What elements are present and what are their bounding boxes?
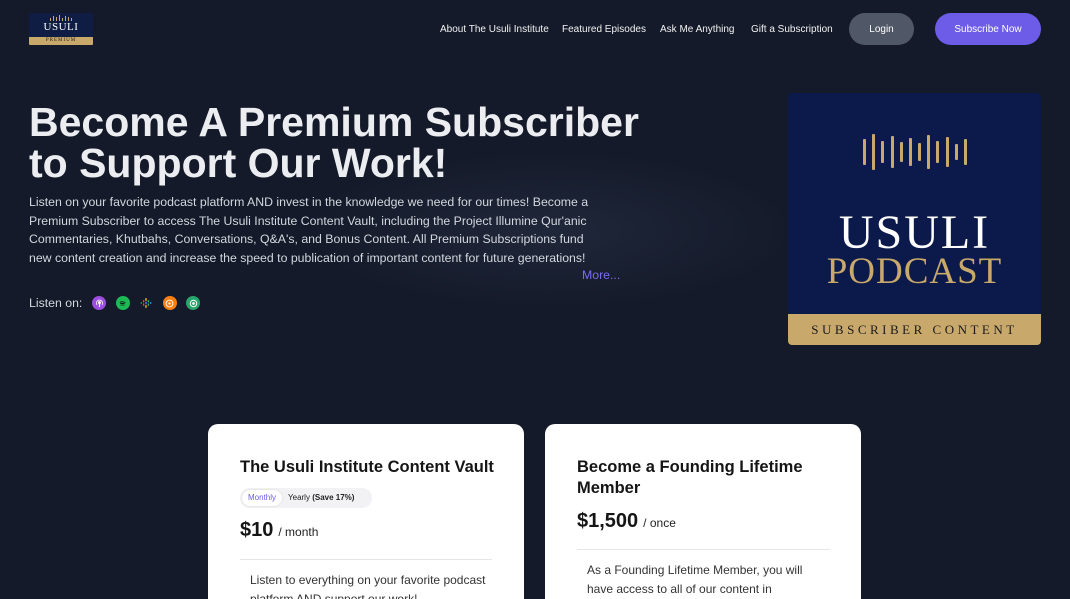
pocket-casts-icon[interactable] — [186, 296, 201, 310]
card-title: Become a Founding Lifetime Member — [577, 458, 803, 497]
toggle-yearly-save: (Save 17%) — [312, 493, 355, 502]
apple-podcasts-icon[interactable] — [92, 296, 107, 310]
listen-on-label: Listen on: — [29, 296, 83, 310]
more-link[interactable]: More... — [582, 268, 620, 282]
nav-featured-episodes[interactable]: Featured Episodes — [562, 24, 646, 35]
podcast-cover-art: USULI PODCAST SUBSCRIBER CONTENT — [788, 93, 1041, 345]
overcast-icon[interactable] — [162, 296, 177, 310]
card-divider — [240, 559, 492, 560]
price-unit: / once — [643, 516, 676, 530]
cover-title-podcast: PODCAST — [826, 251, 1003, 292]
nav-ask-me-anything[interactable]: Ask Me Anything — [660, 24, 734, 35]
card-description: As a Founding Lifetime Member, you will … — [587, 563, 803, 596]
login-button[interactable]: Login — [849, 13, 914, 45]
price-amount: $1,500 — [577, 510, 639, 532]
price-amount: $10 — [240, 519, 274, 541]
nav-about[interactable]: About The Usuli Institute — [440, 24, 549, 35]
google-podcasts-icon[interactable] — [139, 296, 153, 310]
toggle-monthly[interactable]: Monthly — [242, 490, 283, 506]
hero-title-line-2: to Support Our Work! — [29, 140, 448, 186]
price-unit: / month — [278, 525, 319, 539]
cover-soundwave-icon — [863, 133, 967, 171]
hero-title-line-1: Become A Premium Subscriber — [29, 99, 639, 145]
listen-on-row: Listen on: — [29, 296, 210, 310]
card-divider — [577, 549, 830, 550]
hero-description: Listen on your favorite podcast platform… — [29, 195, 589, 265]
logo-word: USULI — [43, 21, 79, 33]
pricing-card-content-vault: The Usuli Institute Content Vault Monthl… — [208, 424, 524, 599]
cover-subscriber-band: SUBSCRIBER CONTENT — [788, 314, 1041, 345]
price: $1,500 / once — [577, 510, 676, 533]
billing-period-toggle: Monthly Yearly (Save 17%) — [240, 488, 372, 508]
card-title: The Usuli Institute Content Vault — [240, 458, 494, 476]
spotify-icon[interactable] — [115, 296, 130, 310]
usuli-premium-logo[interactable]: USULI PREMIUM — [29, 13, 93, 45]
site-header: USULI PREMIUM About The Usuli Institute … — [0, 0, 1070, 58]
toggle-yearly[interactable]: Yearly (Save 17%) — [282, 490, 360, 506]
pricing-card-lifetime-member: Become a Founding Lifetime Member $1,500… — [545, 424, 861, 599]
card-description: Listen to everything on your favorite po… — [250, 573, 486, 599]
logo-band: PREMIUM — [29, 37, 93, 45]
hero-title: Become A Premium Subscriber to Support O… — [29, 102, 649, 184]
subscribe-now-button[interactable]: Subscribe Now — [935, 13, 1041, 45]
price: $10 / month — [240, 519, 318, 542]
nav-gift-subscription[interactable]: Gift a Subscription — [751, 24, 833, 35]
toggle-yearly-label: Yearly — [288, 493, 310, 502]
